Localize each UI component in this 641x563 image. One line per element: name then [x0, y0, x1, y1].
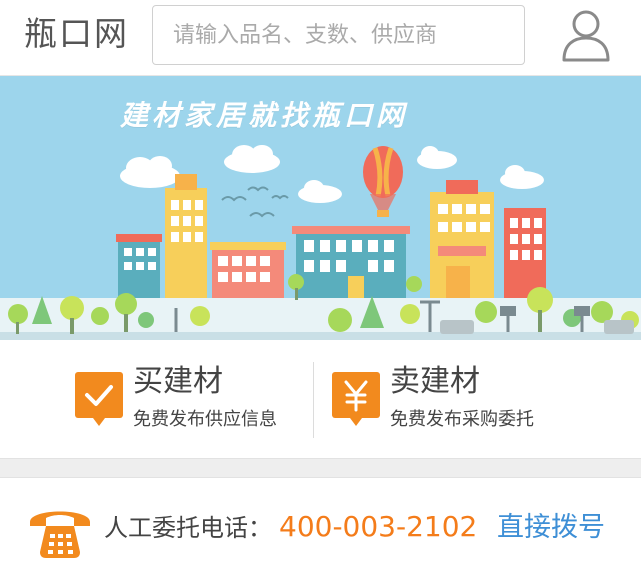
banner-title: 建材家居就找瓶口网: [120, 99, 409, 132]
telephone-icon: [30, 511, 90, 558]
sell-materials-button[interactable]: 卖建材 免费发布采购委托: [332, 360, 572, 440]
contact-label: 人工委托电话：: [104, 514, 272, 542]
user-icon: [562, 10, 610, 62]
search-input[interactable]: [152, 5, 525, 65]
user-account-button[interactable]: [560, 8, 612, 64]
promo-banner[interactable]: 建材家居就找瓶口网: [0, 76, 641, 340]
sell-subtitle: 免费发布采购委托: [390, 409, 534, 430]
buy-subtitle: 免费发布供应信息: [133, 409, 277, 430]
sell-title: 卖建材: [390, 364, 480, 399]
section-divider: [313, 362, 314, 438]
contact-phone-number[interactable]: 400-003-2102: [279, 510, 477, 544]
buy-title: 买建材: [133, 364, 223, 399]
direct-dial-link[interactable]: 直接拨号: [497, 511, 605, 545]
trade-section: 买建材 免费发布供应信息 卖建材 免费发布采购委托: [0, 340, 641, 458]
section-gap: [0, 458, 641, 478]
buy-materials-button[interactable]: 买建材 免费发布供应信息: [75, 360, 305, 440]
contact-bar: 人工委托电话： 400-003-2102 直接拨号: [0, 478, 641, 563]
site-logo[interactable]: 瓶口网: [24, 14, 129, 54]
check-icon: [75, 372, 123, 426]
header: 瓶口网: [0, 0, 641, 76]
yuan-icon: [332, 372, 380, 426]
